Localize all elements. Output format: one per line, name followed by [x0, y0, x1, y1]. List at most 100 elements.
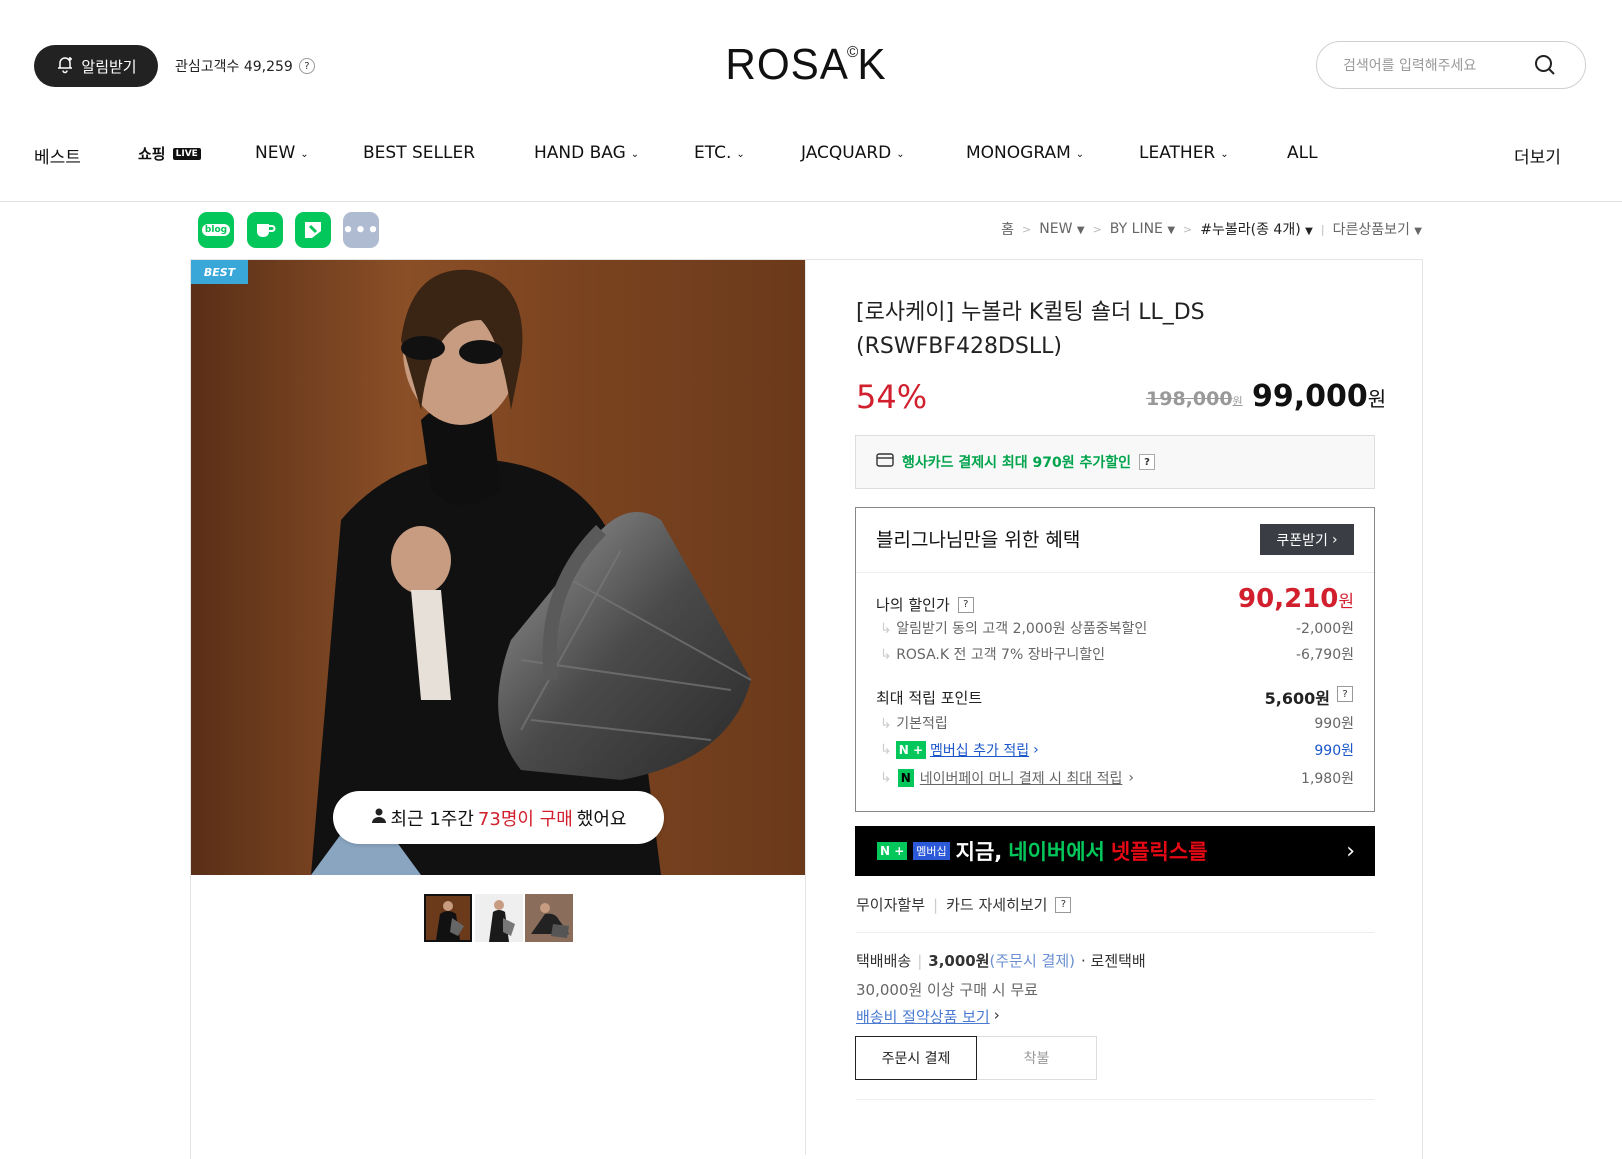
- bell-plus-icon: [55, 54, 75, 78]
- divider: [856, 932, 1374, 933]
- chevron-down-icon: ⌄: [1075, 148, 1085, 160]
- breadcrumb-label: 다른상품보기: [1332, 222, 1410, 238]
- points-value: 5,600원: [1264, 689, 1330, 708]
- point-detail-label: 기본적립: [896, 716, 948, 732]
- banner-text-1: 지금,: [955, 840, 1003, 864]
- original-price: 198,000원: [1146, 388, 1243, 410]
- help-icon[interactable]: ?: [298, 58, 315, 74]
- nav-label: 쇼핑: [138, 145, 166, 163]
- column-divider: [805, 260, 806, 1155]
- point-detail-membership-value: 990원: [1314, 743, 1354, 759]
- discount-detail-2: ↳ ROSA.K 전 고객 7% 장바구니할인: [880, 647, 1105, 663]
- nav-etc[interactable]: ETC. ⌄: [694, 143, 745, 163]
- save-shipping-link[interactable]: 배송비 절약상품 보기 ›: [856, 1006, 1146, 1027]
- nav-best-seller[interactable]: BEST SELLER: [363, 143, 475, 163]
- point-detail-basic-value: 990원: [1314, 716, 1354, 732]
- nav-label: 베스트: [34, 148, 81, 168]
- breadcrumb: 홈 > NEW ▼ > BY LINE ▼ > #누볼라(종 4개) ▼ | 다…: [1001, 219, 1422, 239]
- naver-netflix-banner[interactable]: N + 멤버십 지금, 네이버에서 넷플릭스를 ›: [855, 826, 1375, 876]
- banner-text-3: 넷플릭스를: [1110, 840, 1208, 864]
- coupon-label: 쿠폰받기: [1276, 532, 1328, 549]
- nav-label: LEATHER: [1139, 143, 1216, 163]
- naver-cafe-share-button[interactable]: [247, 212, 283, 248]
- my-price-label: 나의 할인가: [876, 596, 950, 614]
- tab-label: 착불: [1023, 1051, 1050, 1067]
- product-title: [로사케이] 누볼라 K퀼팅 숄더 LL_DS (RSWFBF428DSLL): [856, 300, 1205, 359]
- point-detail-membership[interactable]: ↳ N + 멤버십 추가 적립 ›: [880, 740, 1039, 760]
- caret-down-icon: ▼: [1414, 226, 1422, 237]
- nav-all[interactable]: ALL: [1287, 143, 1318, 163]
- thumbnail-image: [489, 900, 515, 942]
- help-icon[interactable]: ?: [957, 596, 974, 613]
- nav-monogram[interactable]: MONOGRAM ⌄: [966, 143, 1084, 163]
- chevron-right-icon: ›: [1331, 531, 1338, 548]
- original-price-value: 198,000: [1146, 388, 1233, 410]
- price-unit: 원: [1367, 387, 1387, 411]
- divider: [856, 1099, 1374, 1100]
- card-detail-link[interactable]: 카드 자세히보기: [946, 894, 1047, 915]
- chevron-down-icon: ⌄: [1220, 148, 1229, 160]
- naver-band-share-button[interactable]: [295, 212, 331, 248]
- my-price-value: 90,210원: [1180, 584, 1354, 614]
- naver-blog-share-button[interactable]: blog: [198, 212, 234, 248]
- nav-leather[interactable]: LEATHER ⌄: [1139, 143, 1229, 163]
- chevron-right-icon: ›: [1346, 838, 1355, 864]
- help-icon[interactable]: ?: [1055, 896, 1072, 913]
- discount-detail-label: ROSA.K 전 고객 7% 장바구니할인: [896, 647, 1105, 663]
- caret-down-icon: ▼: [1305, 226, 1313, 237]
- nav-new[interactable]: NEW ⌄: [255, 143, 309, 163]
- watch-count: 관심고객수 49,259 ?: [175, 56, 315, 76]
- benefit-title: 블리그나님만을 위한 혜택: [876, 529, 1081, 551]
- search-placeholder: 검색어를 입력해주세요: [1343, 58, 1477, 74]
- naver-pay-icon: N: [897, 769, 914, 787]
- tab-cod-shipping[interactable]: 착불: [977, 1036, 1097, 1080]
- nav-more[interactable]: 더보기: [1514, 143, 1561, 168]
- thumbnail-3[interactable]: [525, 894, 573, 942]
- other-products-link[interactable]: 다른상품보기 ▼: [1333, 219, 1422, 239]
- more-share-button[interactable]: •••: [342, 212, 379, 248]
- logo-text-end: K: [857, 40, 887, 89]
- breadcrumb-home[interactable]: 홈: [1001, 219, 1014, 239]
- search-icon[interactable]: [1534, 54, 1556, 76]
- shipping-carrier: · 로젠택배: [1081, 952, 1146, 970]
- save-shipping-label: 배송비 절약상품 보기: [856, 1008, 990, 1026]
- help-icon[interactable]: ?: [1337, 686, 1353, 702]
- discount-detail-label: 알림받기 동의 고객 2,000원 상품중복할인: [896, 621, 1148, 637]
- thumbnail-1[interactable]: [424, 894, 472, 942]
- point-detail-naverpay-value: 1,980원: [1301, 771, 1354, 787]
- installment-row: 무이자할부 | 카드 자세히보기 ?: [856, 894, 1072, 915]
- help-icon[interactable]: ?: [1139, 454, 1156, 470]
- caret-down-icon: ▼: [1167, 225, 1176, 236]
- breadcrumb-new[interactable]: NEW ▼: [1039, 221, 1084, 237]
- tab-prepaid-shipping[interactable]: 주문시 결제: [855, 1036, 977, 1080]
- site-logo[interactable]: ROSA©K: [725, 40, 886, 90]
- shipping-info: 택배배송 | 3,000원 (주문시 결제) · 로젠택배 30,000원 이상…: [856, 950, 1146, 1027]
- purchase-prefix: 최근 1주간: [390, 808, 474, 830]
- discount-detail-1: ↳ 알림받기 동의 고객 2,000원 상품중복할인: [880, 621, 1148, 637]
- live-badge: LIVE: [172, 147, 201, 160]
- breadcrumb-by-line[interactable]: BY LINE ▼: [1110, 221, 1175, 237]
- breadcrumb-label: NEW: [1039, 221, 1073, 237]
- coupon-button[interactable]: 쿠폰받기 ›: [1260, 524, 1354, 555]
- site-header: 알림받기 관심고객수 49,259 ? ROSA©K 검색어를 입력해주세요 베…: [0, 0, 1622, 202]
- card-benefit-box[interactable]: 행사카드 결제시 최대 970원 추가할인 ?: [855, 435, 1375, 489]
- nav-label: 더보기: [1514, 148, 1561, 168]
- nav-jacquard[interactable]: JACQUARD ⌄: [801, 143, 905, 163]
- point-detail-label: 네이버페이 머니 결제 시 최대 적립: [919, 771, 1123, 787]
- chevron-right-icon: ›: [1033, 742, 1039, 758]
- nav-best[interactable]: 베스트: [34, 143, 81, 168]
- point-detail-naverpay[interactable]: ↳ N 네이버페이 머니 결제 시 최대 적립 ›: [880, 768, 1134, 788]
- blog-icon: blog: [201, 224, 231, 236]
- product-main-image[interactable]: [191, 260, 805, 875]
- naver-plus-icon: N +: [877, 842, 908, 860]
- thumbnail-2[interactable]: [475, 894, 523, 942]
- sale-price-value: 99,000: [1252, 379, 1368, 414]
- nav-hand-bag[interactable]: HAND BAG ⌄: [534, 143, 639, 163]
- alarm-button[interactable]: 알림받기: [34, 45, 158, 87]
- chevron-right-icon: ›: [993, 1006, 1000, 1024]
- breadcrumb-current[interactable]: #누볼라(종 4개) ▼: [1200, 219, 1313, 239]
- sale-price: 99,000원: [1252, 379, 1386, 414]
- divider: |: [917, 951, 923, 970]
- nav-shopping-live[interactable]: 쇼핑 LIVE: [138, 143, 201, 164]
- point-detail-basic: ↳ 기본적립: [880, 716, 948, 732]
